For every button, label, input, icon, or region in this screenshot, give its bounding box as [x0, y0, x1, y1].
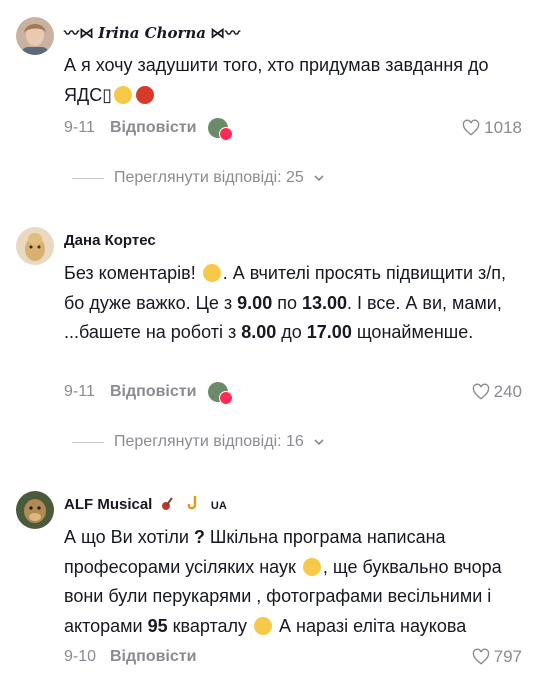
heart-outline-icon	[472, 383, 489, 400]
eye-roll-emoji-icon	[114, 85, 133, 104]
comment-author[interactable]: 〰⋈ Irina Chorna ⋈〰	[64, 22, 240, 43]
like-button[interactable]: 797	[472, 646, 522, 668]
comment-text: А що Ви хотіли ? Шкільна програма написа…	[64, 527, 502, 636]
creator-liked-avatar	[208, 382, 234, 405]
comment-author[interactable]: ALF Musical UA	[64, 495, 227, 513]
view-replies-button[interactable]: Переглянути відповіді: 16	[72, 431, 326, 453]
guitar-icon	[161, 497, 173, 510]
like-count: 1018	[484, 118, 522, 137]
creator-liked-avatar	[208, 118, 234, 141]
like-count: 797	[493, 647, 522, 666]
decorative-bow-icon: ⋈〰	[206, 25, 241, 42]
comment-date: 9-11	[64, 119, 95, 136]
like-count: 240	[493, 382, 522, 401]
reply-button[interactable]: Відповісти	[110, 119, 196, 137]
country-badge: UA	[210, 500, 227, 512]
missing-glyph-icon: ▯	[102, 84, 113, 105]
comment-date: 9-10	[64, 648, 97, 665]
laughing-emoji-icon	[202, 264, 221, 282]
view-replies-button[interactable]: Переглянути відповіді: 25	[72, 167, 326, 189]
divider-line	[72, 441, 104, 443]
comment-author[interactable]: Дана Кортес	[64, 232, 156, 249]
avatar[interactable]	[16, 17, 54, 55]
divider-line	[72, 177, 104, 179]
avatar[interactable]	[16, 227, 54, 265]
comment-text: А я хочу задушити того, хто придумав зав…	[64, 55, 489, 105]
heart-badge-icon	[219, 391, 234, 405]
heart-badge-icon	[219, 127, 234, 141]
heart-outline-icon	[472, 648, 489, 665]
chevron-down-icon	[314, 439, 324, 446]
comment-meta: 9-10 Відповісти	[64, 646, 196, 668]
like-button[interactable]: 240	[472, 381, 522, 403]
avatar[interactable]	[16, 491, 54, 529]
chevron-down-icon	[314, 175, 324, 182]
comment-date: 9-11	[64, 383, 95, 400]
like-button[interactable]: 1018	[462, 117, 522, 139]
reply-button[interactable]: Відповісти	[110, 383, 196, 401]
comment-text: Без коментарів! . А вчителі просять підв…	[64, 263, 507, 342]
smirk-emoji-icon	[254, 616, 273, 635]
comment-meta: 9-11 Відповісти	[64, 381, 234, 405]
smirk-emoji-icon	[302, 557, 321, 576]
comment-meta: 9-11 Відповісти	[64, 117, 234, 141]
decorative-bow-icon: 〰⋈	[64, 25, 99, 42]
heart-outline-icon	[462, 119, 480, 136]
reply-button[interactable]: Відповісти	[110, 648, 196, 666]
saxophone-icon	[187, 496, 196, 510]
angry-face-emoji-icon	[136, 85, 155, 104]
